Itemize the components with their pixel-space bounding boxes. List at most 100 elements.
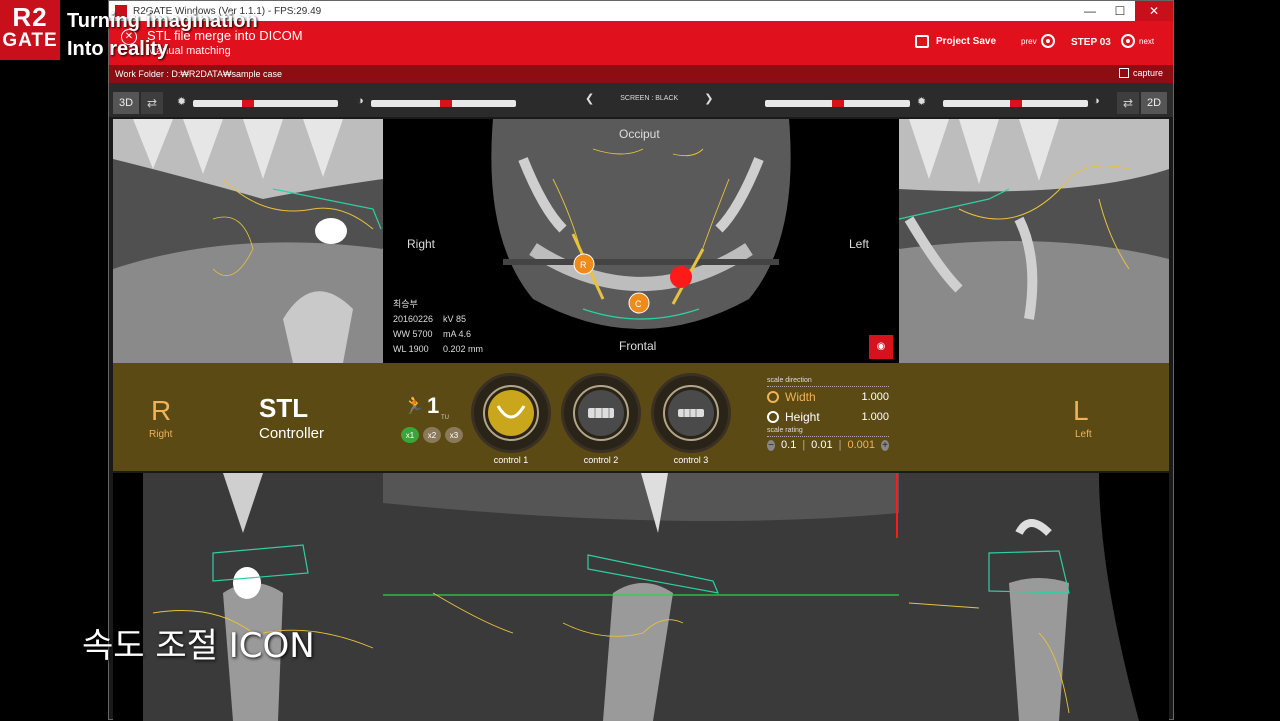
logo-text-r2: R2 [12, 2, 48, 32]
rating-divider: | [838, 439, 842, 451]
overlay-caption: 속도 조절 ICON [82, 626, 315, 666]
rating-option-selected[interactable]: 0.001 [847, 439, 875, 451]
overlay-tagline-1: Turning imagination [67, 10, 258, 32]
controller-title: STL [259, 393, 309, 423]
control-1-label: control 1 [493, 455, 529, 465]
screen-prev-arrow-icon[interactable]: ❮ [585, 92, 594, 105]
speed-x2-button[interactable]: x2 [423, 427, 441, 443]
r2gate-logo: R2 GATE [0, 0, 60, 60]
project-save-label: Project Save [936, 36, 997, 47]
width-label: Width [785, 390, 816, 404]
screen-next-arrow-icon[interactable]: ❯ [704, 92, 713, 105]
teeth-side-icon [668, 390, 714, 436]
speed-unit: TU [441, 415, 449, 421]
scan-info-row: 20160226 kV 85 [393, 314, 467, 324]
control-2-label: control 2 [583, 455, 619, 465]
contrast-right-slider[interactable] [765, 100, 910, 107]
scale-panel: scale direction Width 1.000 Height 1.000… [767, 377, 889, 451]
speed-x3-button[interactable]: x3 [445, 427, 463, 443]
ct-image-bottom-right [113, 473, 383, 721]
view-bottom-panoramic[interactable] [383, 473, 899, 721]
mode-3d-button[interactable]: 3D [113, 92, 139, 114]
capture-label: capture [1132, 68, 1163, 78]
scale-rating-header: scale rating [767, 427, 889, 437]
ct-image-bottom-panoramic [383, 473, 899, 721]
slider-thumb[interactable] [1009, 100, 1022, 107]
control-3-dial[interactable] [651, 373, 731, 453]
project-save-button[interactable]: Project Save [915, 35, 996, 48]
brightness-left-icon: ✹ [177, 96, 187, 108]
view-axial[interactable]: R C Occiput Right Left Frontal 최승부 20160… [383, 119, 899, 363]
marker-r-label: R [580, 260, 587, 270]
view-bottom-right-cross[interactable] [113, 473, 383, 721]
stl-controller-panel: R Right STL Controller 🏃 1 TU x1 x2 x3 c… [113, 363, 1169, 471]
marker-c-label: C [635, 299, 642, 309]
brightness-right-icon: ✹ [917, 96, 927, 108]
speed-value: 1 [427, 393, 440, 418]
prev-circle-icon [1040, 34, 1055, 48]
scan-info-row: WL 1900 0.202 mm [393, 344, 484, 354]
capture-button[interactable]: capture [1118, 68, 1163, 78]
controller-subtitle: Controller [259, 425, 325, 442]
prev-button[interactable]: prev [1021, 34, 1059, 48]
minimize-button[interactable]: — [1075, 1, 1105, 21]
width-value: 1.000 [861, 391, 889, 403]
right-letter: R [151, 395, 172, 426]
contrast-right-icon: ◑ [1093, 95, 1100, 107]
logo-text-gate: GATE [2, 30, 58, 51]
brightness-right-slider[interactable] [943, 100, 1088, 107]
minus-icon[interactable]: − [767, 439, 776, 451]
label-right: Right [407, 237, 436, 251]
height-value: 1.000 [861, 411, 889, 423]
swap-right-icon[interactable]: ⇄ [1117, 92, 1139, 114]
screen-selector: ❮ SCREEN : BLACK ❯ [585, 92, 713, 105]
control-2-dial[interactable] [561, 373, 641, 453]
slider-thumb[interactable] [831, 100, 844, 107]
arch-icon [488, 390, 534, 436]
next-button[interactable]: next [1117, 34, 1154, 48]
ct-image-right-sagittal [113, 119, 383, 363]
capture-icon [1118, 68, 1129, 78]
height-radio-icon[interactable] [767, 411, 779, 423]
width-radio-icon[interactable] [767, 391, 779, 403]
app-window: R2GATE Windows (Ver 1.1.1) - FPS:29.49 —… [108, 0, 1174, 721]
screen-label: SCREEN : BLACK [620, 95, 679, 102]
scan-info-row: WW 5700 mA 4.6 [393, 329, 472, 339]
eye-icon[interactable]: ◉ [869, 335, 893, 359]
slider-thumb[interactable] [440, 100, 453, 107]
overlay-tagline-2: Into reality [67, 38, 169, 60]
speed-x1-button[interactable]: x1 [401, 427, 419, 443]
contrast-left-icon: ◑ [357, 95, 364, 107]
step-indicator: STEP 03 [1071, 37, 1111, 48]
swap-left-icon[interactable]: ⇄ [141, 92, 163, 114]
scale-direction-header: scale direction [767, 377, 889, 387]
rating-divider: | [802, 439, 806, 451]
brightness-left-slider[interactable] [193, 100, 338, 107]
view-right-sagittal[interactable] [113, 119, 383, 363]
teeth-front-icon [578, 390, 624, 436]
save-icon [915, 35, 929, 48]
step-header: ✕ STL file merge into DICOM Manual match… [109, 21, 1173, 65]
next-label: next [1139, 36, 1155, 46]
rating-option[interactable]: 0.01 [811, 439, 832, 451]
maximize-button[interactable]: ☐ [1105, 1, 1135, 21]
mode-2d-button[interactable]: 2D [1141, 92, 1167, 114]
left-side-label: Left [1075, 429, 1092, 440]
prev-label: prev [1021, 36, 1037, 46]
scale-width-row[interactable]: Width 1.000 [767, 387, 889, 407]
contrast-left-slider[interactable] [371, 100, 516, 107]
scale-rating-row: − 0.1 | 0.01 | 0.001 + [767, 439, 889, 451]
ct-image-bottom-left [899, 473, 1169, 721]
view-left-sagittal[interactable] [899, 119, 1169, 363]
plus-icon[interactable]: + [880, 439, 889, 451]
work-folder-bar: Work Folder : D:₩R2DATA₩sample case capt… [109, 65, 1173, 83]
control-1-dial[interactable] [471, 373, 551, 453]
slider-thumb[interactable] [242, 100, 255, 107]
right-side-label: Right [149, 429, 173, 440]
view-bottom-left-cross[interactable] [899, 473, 1169, 721]
scan-info-row: 최승부 [393, 299, 418, 309]
ct-image-left-sagittal [899, 119, 1169, 363]
close-button[interactable]: ✕ [1135, 1, 1173, 21]
rating-option[interactable]: 0.1 [781, 439, 796, 451]
scale-height-row[interactable]: Height 1.000 [767, 407, 889, 427]
